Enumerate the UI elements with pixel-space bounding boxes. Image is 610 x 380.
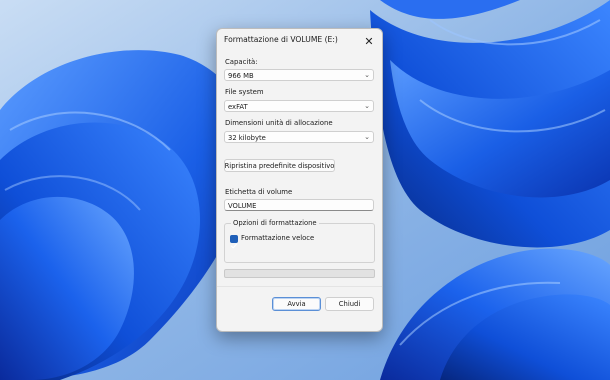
file-system-label: File system	[225, 88, 264, 96]
allocation-select[interactable]: 32 kilobyte ⌄	[224, 131, 374, 143]
volume-label-value: VOLUME	[228, 201, 257, 210]
checkmark-icon	[230, 243, 238, 249]
footer-divider	[217, 286, 382, 287]
restore-defaults-button[interactable]: Ripristina predefinite dispositivo	[224, 159, 335, 172]
capacity-value: 966 MB	[228, 71, 254, 80]
volume-label-label: Etichetta di volume	[225, 188, 293, 196]
dialog-title: Formattazione di VOLUME (E:)	[224, 35, 338, 44]
format-dialog: Formattazione di VOLUME (E:) ✕ Capacità:…	[216, 28, 383, 332]
file-system-select[interactable]: exFAT ⌄	[224, 100, 374, 112]
dialog-titlebar[interactable]: Formattazione di VOLUME (E:) ✕	[217, 29, 382, 53]
close-button[interactable]: Chiudi	[325, 297, 374, 311]
file-system-value: exFAT	[228, 102, 248, 111]
allocation-value: 32 kilobyte	[228, 133, 266, 142]
chevron-down-icon: ⌄	[364, 133, 370, 141]
capacity-select[interactable]: 966 MB ⌄	[224, 69, 374, 81]
capacity-label: Capacità:	[225, 58, 258, 66]
chevron-down-icon: ⌄	[364, 71, 370, 79]
close-icon[interactable]: ✕	[360, 32, 378, 50]
start-button[interactable]: Avvia	[272, 297, 321, 311]
quick-format-label[interactable]: Formattazione veloce	[241, 234, 314, 242]
format-options-group: Opzioni di formattazione Formattazione v…	[224, 219, 375, 263]
format-options-title: Opzioni di formattazione	[231, 219, 319, 227]
chevron-down-icon: ⌄	[364, 102, 370, 110]
format-progress-bar	[224, 269, 375, 278]
quick-format-checkbox[interactable]	[230, 235, 238, 249]
volume-label-input[interactable]: VOLUME	[224, 199, 374, 211]
desktop: Formattazione di VOLUME (E:) ✕ Capacità:…	[0, 0, 610, 380]
allocation-label: Dimensioni unità di allocazione	[225, 119, 333, 127]
